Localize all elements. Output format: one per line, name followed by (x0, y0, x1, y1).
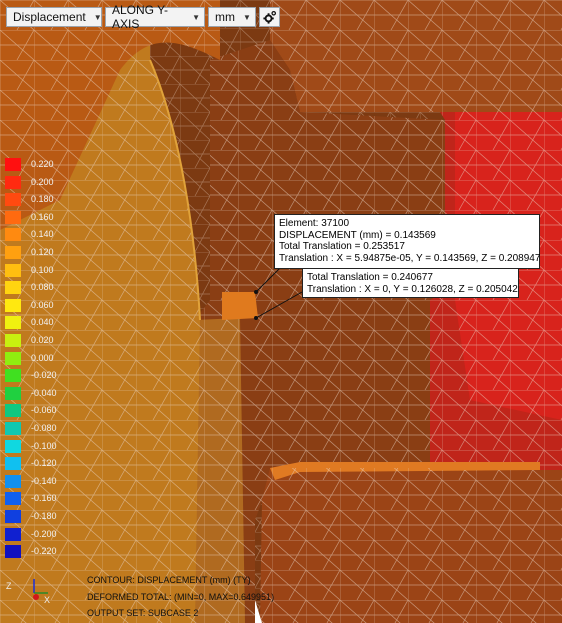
axis-triad: Z X (6, 579, 50, 605)
legend-swatch (5, 492, 21, 506)
legend-swatch (5, 298, 21, 312)
legend-swatch (5, 316, 21, 330)
legend-label: 0.120 (31, 247, 54, 257)
x-axis-label: X (44, 595, 50, 605)
settings-button[interactable] (259, 7, 280, 27)
probe-element-id: Element: 37100 (279, 218, 350, 229)
legend-swatch (5, 193, 21, 207)
probe-total-translation: Total Translation = 0.253517 (279, 241, 405, 252)
legend-label: -0.040 (31, 387, 57, 398)
legend-swatch (5, 439, 21, 453)
legend-swatch (5, 158, 21, 171)
legend-label: -0.080 (31, 423, 57, 433)
legend-label: 0.100 (31, 264, 54, 275)
legend-swatch (5, 281, 21, 295)
legend-label: -0.200 (31, 528, 57, 539)
result-type-value: Displacement (13, 10, 86, 24)
chevron-down-icon: ▼ (192, 12, 200, 22)
legend-label: -0.120 (31, 458, 57, 469)
legend-swatch (5, 334, 21, 347)
legend-swatch (5, 369, 21, 383)
legend-label: 0.020 (31, 335, 54, 345)
legend-swatch (5, 246, 21, 259)
result-type-dropdown[interactable]: Displacement ▼ (6, 7, 102, 27)
probe-translation-xyz: Translation : X = 5.94875e-05, Y = 0.143… (279, 252, 541, 264)
model-viewport[interactable] (0, 0, 562, 623)
legend-label: 0.140 (31, 229, 54, 240)
legend-swatch (5, 527, 21, 541)
legend-label: 0.160 (31, 211, 54, 222)
legend-swatch (5, 175, 21, 189)
legend-swatch (5, 422, 21, 435)
contact-face (222, 292, 258, 320)
deformed-line: DEFORMED TOTAL: (MIN=0, MAX=0.649951) (87, 591, 275, 602)
gear-icon (263, 10, 277, 24)
legend-label: 0.180 (31, 194, 54, 205)
result-toolbar: Displacement ▼ ALONG Y-AXIS ▼ mm ▼ (6, 3, 280, 31)
legend-label: 0.040 (31, 317, 54, 328)
z-axis-icon (33, 594, 39, 600)
legend-swatch (5, 210, 21, 224)
legend-swatch (5, 263, 21, 277)
legend-label: 0.060 (31, 299, 54, 310)
component-dropdown[interactable]: ALONG Y-AXIS ▼ (105, 3, 205, 31)
legend-label: -0.140 (31, 475, 57, 486)
z-axis-label: Z (6, 581, 12, 591)
legend-label: 0.200 (31, 176, 54, 187)
legend-label: -0.220 (31, 546, 57, 557)
chevron-down-icon: ▼ (93, 12, 102, 22)
legend-label: 0.000 (31, 352, 54, 363)
legend-label: -0.180 (31, 511, 57, 521)
probe-label-element[interactable]: Element: 37100 DISPLACEMENT (mm) = 0.143… (274, 214, 540, 269)
probe-point-2[interactable] (254, 316, 258, 320)
legend-swatch (5, 457, 21, 471)
probe-point-1[interactable] (254, 290, 258, 294)
legend-label: -0.100 (31, 440, 57, 451)
chevron-down-icon: ▼ (243, 12, 251, 22)
legend-label: -0.160 (31, 493, 57, 504)
legend-swatch (5, 510, 21, 523)
units-dropdown[interactable]: mm ▼ (208, 7, 256, 27)
legend-swatch (5, 351, 21, 365)
legend-swatch (5, 386, 21, 400)
legend-swatch (5, 404, 21, 418)
legend-label: -0.060 (31, 405, 57, 416)
contour-line: CONTOUR: DISPLACEMENT (mm) (TY) (87, 575, 251, 585)
contour-info: CONTOUR: DISPLACEMENT (mm) (TY) DEFORMED… (87, 572, 274, 622)
probe-label-node[interactable]: Total Translation = 0.240677 Translation… (302, 268, 519, 298)
legend-label: 0.080 (31, 282, 54, 293)
probe-total-translation: Total Translation = 0.240677 (307, 272, 433, 283)
legend-label: 0.220 (31, 159, 54, 169)
legend-swatch (5, 545, 21, 559)
output-set-line: OUTPUT SET: SUBCASE 2 (87, 608, 199, 618)
component-value: ALONG Y-AXIS (112, 3, 169, 31)
legend-swatch (5, 228, 21, 242)
legend-label: -0.020 (31, 370, 57, 381)
probe-translation-xyz: Translation : X = 0, Y = 0.126028, Z = 0… (307, 283, 518, 295)
units-value: mm (215, 10, 235, 24)
probe-displacement: DISPLACEMENT (mm) = 0.143569 (279, 229, 436, 241)
legend-swatch (5, 474, 21, 488)
